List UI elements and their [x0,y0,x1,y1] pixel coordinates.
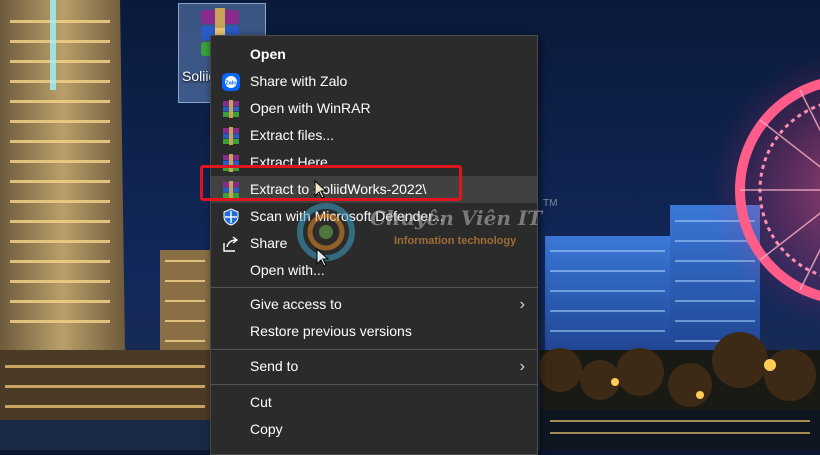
menu-item-label: Send to [250,358,299,374]
chevron-right-icon: › [519,358,525,375]
menu-item-label: Cut [250,394,272,410]
defender-shield-icon [223,208,239,226]
menu-separator [211,287,537,288]
winrar-icon [223,100,239,118]
menu-item-open-with-winrar[interactable]: Open with WinRAR [211,95,537,122]
mouse-cursor-icon [314,180,328,199]
menu-item-share-with-zalo[interactable]: Zalo Share with Zalo [211,68,537,95]
menu-separator [211,349,537,350]
menu-item-restore-previous-versions[interactable]: Restore previous versions [211,318,537,345]
chevron-right-icon: › [519,296,525,313]
menu-item-cut[interactable]: Cut [211,389,537,416]
menu-item-label: Copy [250,421,283,437]
svg-text:Zalo: Zalo [225,81,237,87]
menu-item-label: Share with Zalo [250,73,348,89]
watermark-title: Chuyên Viên IT [370,206,543,230]
winrar-icon [223,127,239,145]
menu-item-open[interactable]: Open [211,41,537,68]
watermark-subtitle: Information technology [394,235,517,247]
watermark-trademark: TM [543,198,558,209]
share-icon [223,236,239,252]
menu-item-label: Give access to [250,296,342,312]
zalo-icon: Zalo [222,73,240,91]
menu-separator [211,384,537,385]
menu-item-label: Open [250,46,286,62]
menu-item-send-to[interactable]: Send to › [211,353,537,380]
menu-item-give-access-to[interactable]: Give access to › [211,291,537,318]
menu-item-copy[interactable]: Copy [211,416,537,443]
menu-item-label: Share [250,235,288,251]
mouse-cursor-icon [316,248,330,267]
menu-item-label: Restore previous versions [250,323,412,339]
menu-item-label: Extract files... [250,127,335,143]
menu-item-extract-files[interactable]: Extract files... [211,122,537,149]
menu-item-label: Open with WinRAR [250,100,371,116]
